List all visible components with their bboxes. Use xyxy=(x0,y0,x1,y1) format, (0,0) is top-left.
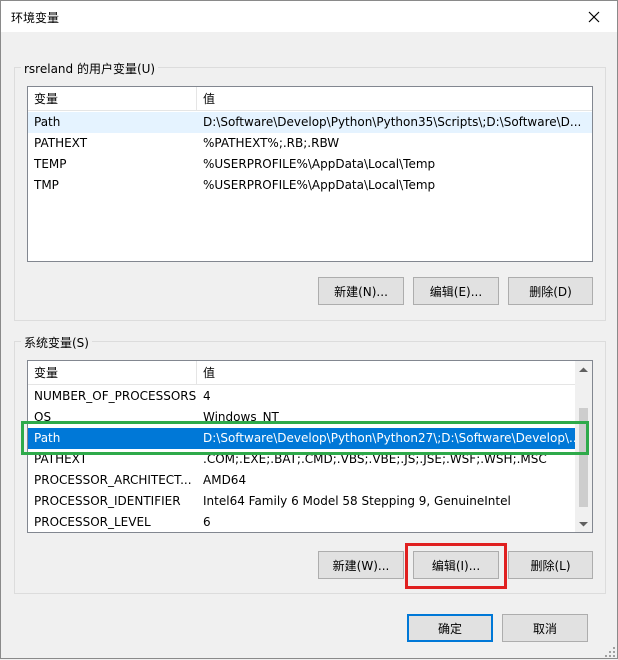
system-variables-label: 系统变量(S) xyxy=(21,334,92,351)
column-header-value[interactable]: 值 xyxy=(197,87,592,111)
chevron-up-icon xyxy=(579,367,588,372)
variable-name: Path xyxy=(34,431,61,445)
scroll-up-button[interactable] xyxy=(575,361,592,378)
variable-value: %PATHEXT%;.RB;.RBW xyxy=(203,136,340,150)
close-icon xyxy=(588,11,600,22)
variable-name: PROCESSOR_ARCHITECT... xyxy=(34,473,192,487)
user-edit-button[interactable]: 编辑(E)... xyxy=(413,277,499,305)
table-row[interactable]: TEMP %USERPROFILE%\AppData\Local\Temp xyxy=(28,154,592,175)
variable-value: D:\Software\Develop\Python\Python35\Scri… xyxy=(203,115,582,129)
variable-name: PATHEXT xyxy=(34,452,88,466)
user-new-button[interactable]: 新建(N)... xyxy=(318,277,404,305)
variable-name: Path xyxy=(34,115,61,129)
variable-value: AMD64 xyxy=(203,473,247,487)
column-header-value[interactable]: 值 xyxy=(197,361,577,385)
table-row[interactable]: PROCESSOR_LEVEL 6 xyxy=(28,512,575,532)
variable-value: D:\Software\Develop\Python\Python27\;D:\… xyxy=(203,431,575,445)
table-row[interactable]: Path D:\Software\Develop\Python\Python35… xyxy=(28,112,592,133)
table-row[interactable]: NUMBER_OF_PROCESSORS 4 xyxy=(28,386,575,407)
variable-name: TMP xyxy=(34,178,59,192)
table-row[interactable]: PATHEXT .COM;.EXE;.BAT;.CMD;.VBS;.VBE;.J… xyxy=(28,449,575,470)
variable-name: OS xyxy=(34,410,52,424)
system-list-header: 变量 值 xyxy=(28,361,575,385)
user-variables-list[interactable]: 变量 值 Path D:\Software\Develop\Python\Pyt… xyxy=(27,86,593,262)
scroll-thumb[interactable] xyxy=(579,408,588,507)
variable-value: %USERPROFILE%\AppData\Local\Temp xyxy=(203,178,436,192)
cancel-button[interactable]: 取消 xyxy=(502,614,588,642)
user-delete-button[interactable]: 删除(D) xyxy=(508,277,593,305)
user-list-header: 变量 值 xyxy=(28,87,592,111)
variable-value: 4 xyxy=(203,389,211,403)
variable-value: %USERPROFILE%\AppData\Local\Temp xyxy=(203,157,436,171)
table-row[interactable]: OS Windows_NT xyxy=(28,407,575,428)
resize-grip-icon[interactable] xyxy=(605,646,615,657)
window-title: 环境变量 xyxy=(11,11,60,25)
variable-name: PATHEXT xyxy=(34,136,88,150)
user-variables-label: rsreland 的用户变量(U) xyxy=(21,60,159,77)
variable-name: TEMP xyxy=(34,157,67,171)
system-delete-button[interactable]: 删除(L) xyxy=(508,551,593,579)
system-edit-button[interactable]: 编辑(I)... xyxy=(413,551,499,579)
table-row[interactable]: TMP %USERPROFILE%\AppData\Local\Temp xyxy=(28,175,592,196)
variable-value: 6 xyxy=(203,515,211,529)
variable-value: Windows_NT xyxy=(203,410,279,424)
variable-name: NUMBER_OF_PROCESSORS xyxy=(34,389,197,403)
system-new-button[interactable]: 新建(W)... xyxy=(318,551,404,579)
column-header-variable[interactable]: 变量 xyxy=(28,361,197,385)
close-button[interactable] xyxy=(571,1,617,32)
system-variables-list[interactable]: 变量 值 NUMBER_OF_PROCESSORS 4 OS Windows_N… xyxy=(27,360,593,533)
scroll-down-button[interactable] xyxy=(575,515,592,532)
table-row[interactable]: PATHEXT %PATHEXT%;.RB;.RBW xyxy=(28,133,592,154)
title-bar: 环境变量 xyxy=(1,1,617,32)
variable-name: PROCESSOR_LEVEL xyxy=(34,515,151,529)
table-row[interactable]: PROCESSOR_IDENTIFIER Intel64 Family 6 Mo… xyxy=(28,491,575,512)
table-row-selected[interactable]: Path D:\Software\Develop\Python\Python27… xyxy=(28,428,575,449)
variable-value: Intel64 Family 6 Model 58 Stepping 9, Ge… xyxy=(203,494,511,508)
variable-value: .COM;.EXE;.BAT;.CMD;.VBS;.VBE;.JS;.JSE;.… xyxy=(203,452,547,466)
environment-variables-dialog: 环境变量 rsreland 的用户变量(U) 变量 值 Path D:\Soft… xyxy=(0,0,618,659)
table-row[interactable]: PROCESSOR_ARCHITECT... AMD64 xyxy=(28,470,575,491)
ok-button[interactable]: 确定 xyxy=(407,614,493,642)
variable-name: PROCESSOR_IDENTIFIER xyxy=(34,494,181,508)
vertical-scrollbar[interactable] xyxy=(575,361,592,532)
chevron-down-icon xyxy=(579,521,588,526)
column-header-variable[interactable]: 变量 xyxy=(28,87,197,111)
